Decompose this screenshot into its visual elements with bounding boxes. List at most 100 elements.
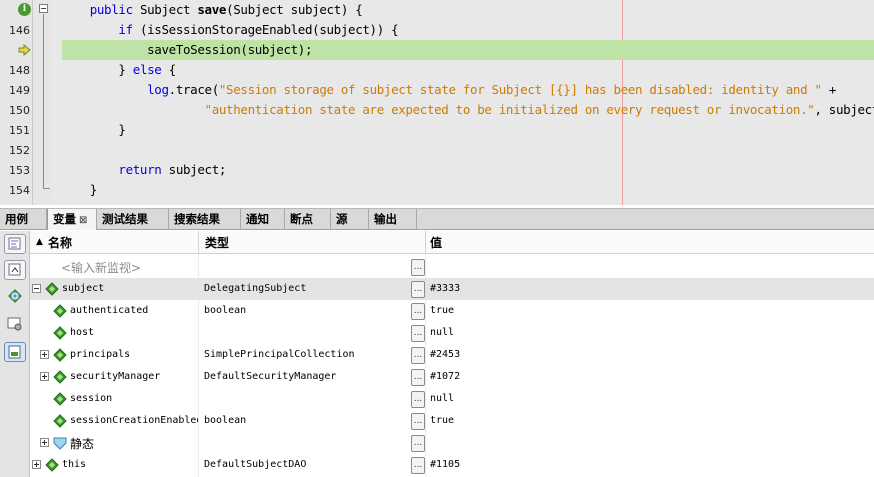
line-number: 151 — [9, 124, 30, 137]
code-line[interactable]: 150 "authentication state are expected t… — [0, 100, 874, 120]
variable-row[interactable]: 静态... — [30, 432, 874, 454]
variable-row[interactable]: sessionCreationEnabled boolean... true — [30, 410, 874, 432]
tab-1[interactable]: 变量 ⊠ — [47, 209, 97, 230]
tab-7[interactable]: 输出 — [369, 209, 417, 230]
tab-label: 搜索结果 — [174, 212, 220, 226]
table-view-button[interactable] — [4, 342, 26, 362]
tab-label: 输出 — [374, 212, 397, 226]
tab-label: 通知 — [246, 212, 269, 226]
fold-guide-end — [43, 188, 50, 189]
tab-6[interactable]: 源 — [331, 209, 369, 230]
value-editor-button[interactable]: ... — [411, 347, 425, 364]
code-line[interactable]: saveToSession(subject); — [0, 40, 874, 60]
code-line[interactable]: 151 } — [0, 120, 874, 140]
value-editor-button[interactable]: ... — [411, 259, 425, 276]
tab-label: 源 — [336, 212, 348, 226]
column-header-name[interactable]: 名称 — [48, 234, 72, 251]
method-override-icon[interactable]: i — [18, 3, 31, 16]
code-line[interactable]: 153 return subject; — [0, 160, 874, 180]
variable-row[interactable]: this DefaultSubjectDAO... #1105 — [30, 454, 874, 476]
value-editor-button[interactable]: ... — [411, 303, 425, 320]
variable-name: securityManager — [70, 371, 161, 382]
variable-row[interactable]: session... null — [30, 388, 874, 410]
expand-icon[interactable] — [40, 438, 49, 447]
code-line[interactable]: 148 } else { — [0, 60, 874, 80]
value-editor-button[interactable]: ... — [411, 325, 425, 342]
watch-view-button[interactable] — [4, 260, 26, 280]
code-line[interactable]: 152 — [0, 140, 874, 160]
watch-add-button[interactable] — [4, 234, 26, 254]
tab-label: 变量 — [53, 212, 76, 226]
settings-button[interactable] — [6, 315, 24, 333]
field-icon — [53, 304, 67, 318]
fold-guide-line — [43, 14, 44, 188]
value-editor-button[interactable]: ... — [411, 369, 425, 386]
code-text: if (isSessionStorageEnabled(subject)) { — [61, 22, 398, 37]
current-execution-arrow-icon — [18, 44, 31, 56]
code-line[interactable]: 154 } — [0, 180, 874, 200]
variable-row[interactable]: authenticated boolean... true — [30, 300, 874, 322]
tab-label: 测试结果 — [102, 212, 148, 226]
keyword-token: public — [89, 2, 133, 17]
code-text: } else { — [61, 62, 176, 77]
tab-3[interactable]: 搜索结果 — [169, 209, 241, 230]
line-number: 150 — [9, 104, 30, 117]
variable-row[interactable]: securityManager DefaultSecurityManager...… — [30, 366, 874, 388]
expand-icon[interactable] — [40, 372, 49, 381]
watch-placeholder[interactable]: <输入新监视> — [61, 259, 141, 276]
watch-add-icon — [8, 237, 21, 250]
value-editor-button[interactable]: ... — [411, 391, 425, 408]
sort-indicator[interactable]: ▲ — [36, 237, 43, 247]
expand-icon[interactable] — [40, 350, 49, 359]
variable-row[interactable]: principals SimplePrincipalCollection... #2… — [30, 344, 874, 366]
tab-4[interactable]: 通知 — [241, 209, 285, 230]
code-token: save — [197, 2, 227, 17]
code-text: } — [61, 182, 98, 197]
new-watch-button[interactable] — [6, 288, 24, 306]
code-editor[interactable]: i public Subject save(Subject subject) {… — [0, 0, 874, 205]
variable-value: null — [430, 327, 455, 338]
fold-collapse-icon[interactable] — [39, 4, 48, 13]
expand-icon[interactable] — [32, 460, 41, 469]
tab-label: 用例 — [5, 212, 28, 226]
code-line[interactable]: i public Subject save(Subject subject) { — [0, 0, 874, 20]
value-editor-button[interactable]: ... — [411, 281, 425, 298]
code-token: } — [61, 62, 133, 77]
tab-5[interactable]: 断点 — [285, 209, 331, 230]
header-divider[interactable] — [198, 231, 199, 253]
code-line[interactable]: 146 if (isSessionStorageEnabled(subject)… — [0, 20, 874, 40]
column-header-type[interactable]: 类型 — [205, 234, 229, 251]
tab-label: 断点 — [290, 212, 313, 226]
value-editor-button[interactable]: ... — [411, 435, 425, 452]
variable-row[interactable]: subject DelegatingSubject... #3333 — [30, 278, 874, 300]
code-token: } — [61, 122, 126, 137]
column-header-value[interactable]: 值 — [430, 234, 442, 251]
value-editor-button[interactable]: ... — [411, 457, 425, 474]
code-text: "authentication state are expected to be… — [61, 102, 874, 117]
variable-value: #1072 — [430, 371, 461, 382]
value-editor-button[interactable]: ... — [411, 413, 425, 430]
tab-close-icon[interactable]: ⊠ — [79, 215, 87, 226]
line-number: 149 — [9, 84, 30, 97]
field-icon — [53, 326, 67, 340]
field-icon — [53, 370, 67, 384]
code-token: Subject — [132, 2, 198, 17]
variable-type: boolean — [204, 415, 247, 426]
variable-value: #2453 — [430, 349, 461, 360]
variable-name: session — [70, 393, 113, 404]
keyword-token: log — [147, 82, 169, 97]
header-divider[interactable] — [425, 231, 426, 253]
variable-row[interactable]: host... null — [30, 322, 874, 344]
collapse-icon[interactable] — [32, 284, 41, 293]
variable-value: #1105 — [430, 459, 461, 470]
variables-table[interactable]: ▲ 名称 类型 值 <输入新监视> ... subject DelegatingS… — [30, 231, 874, 477]
tab-2[interactable]: 测试结果 — [97, 209, 169, 230]
field-icon — [45, 458, 59, 472]
code-token: saveToSession(subject); — [61, 42, 313, 57]
static-fields-icon — [53, 437, 67, 450]
new-watch-row[interactable]: <输入新监视> ... — [30, 256, 874, 278]
variable-type: SimplePrincipalCollection — [204, 349, 355, 360]
code-line[interactable]: 149 log.trace("Session storage of subjec… — [0, 80, 874, 100]
tab-0[interactable]: 用例 — [0, 209, 47, 230]
